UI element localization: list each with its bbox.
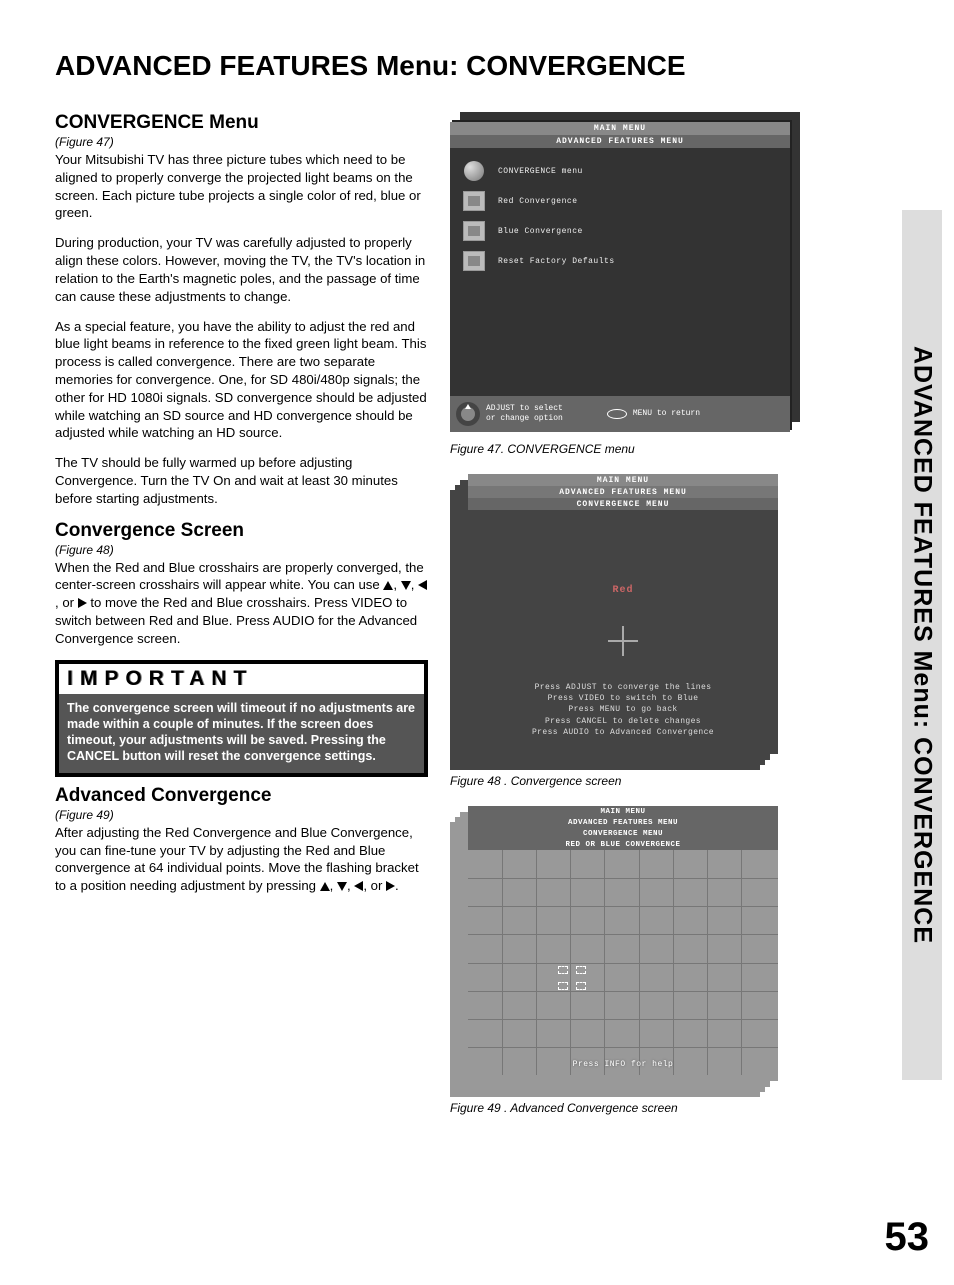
important-header: IMPORTANT (59, 664, 424, 694)
arrow-up-icon (320, 882, 330, 891)
fig49-hdr3: CONVERGENCE MENU (468, 828, 778, 839)
figure-47: MAIN MENU ADVANCED FEATURES MENU CONVERG… (450, 112, 800, 437)
para-ac-1b: . (395, 878, 399, 893)
fig47-hdr-sub: ADVANCED FEATURES MENU (450, 135, 790, 148)
fig47-hdr-main: MAIN MENU (450, 122, 790, 135)
arrow-left-icon (354, 881, 363, 891)
caption-48: Figure 48 . Convergence screen (450, 774, 820, 788)
figref-49: (Figure 49) (55, 808, 428, 822)
fig49-hdr1: MAIN MENU (468, 806, 778, 817)
fig47-footer-left: ADJUST to select or change option (486, 404, 563, 423)
fig47-label-3: Reset Factory Defaults (498, 257, 615, 266)
figref-48: (Figure 48) (55, 543, 428, 557)
fig48-red-label: Red (468, 585, 778, 596)
arrow-down-icon (401, 581, 411, 590)
content: CONVERGENCE Menu (Figure 47) Your Mitsub… (0, 112, 954, 1133)
figure-48: MAIN MENU ADVANCED FEATURES MENU CONVERG… (450, 474, 780, 769)
fig49-help: Press INFO for help (468, 1060, 778, 1069)
arrow-right-icon (386, 881, 395, 891)
figref-47: (Figure 47) (55, 135, 428, 149)
para-cm-3: As a special feature, you have the abili… (55, 318, 428, 443)
para-cs-1a: When the Red and Blue crosshairs are pro… (55, 560, 424, 593)
heading-convergence-menu: CONVERGENCE Menu (55, 112, 428, 134)
page-number: 53 (885, 1215, 930, 1260)
important-body: The convergence screen will timeout if n… (59, 694, 424, 773)
menu-oval-icon (607, 409, 627, 419)
para-cm-4: The TV should be fully warmed up before … (55, 454, 428, 507)
fig47-footer: ADJUST to select or change option MENU t… (450, 396, 790, 432)
fig47-label-2: Blue Convergence (498, 227, 583, 236)
fig49-grid: Press INFO for help (468, 850, 778, 1075)
right-column: MAIN MENU ADVANCED FEATURES MENU CONVERG… (450, 112, 820, 1133)
side-tab: ADVANCED FEATURES Menu: CONVERGENCE (902, 210, 942, 1080)
fig48-hdr1: MAIN MENU (468, 474, 778, 486)
heading-convergence-screen: Convergence Screen (55, 520, 428, 542)
side-tab-text: ADVANCED FEATURES Menu: CONVERGENCE (908, 346, 937, 944)
square-icon (463, 191, 485, 211)
fig47-item-3: Reset Factory Defaults (462, 250, 790, 272)
page-title: ADVANCED FEATURES Menu: CONVERGENCE (55, 50, 954, 82)
fig47-label-0: CONVERGENCE menu (498, 167, 583, 176)
fig47-item-0: CONVERGENCE menu (462, 160, 790, 182)
arrow-left-icon (418, 580, 427, 590)
para-cm-1: Your Mitsubishi TV has three picture tub… (55, 151, 428, 222)
arrow-right-icon (78, 598, 87, 608)
square-icon (463, 221, 485, 241)
para-cs-1: When the Red and Blue crosshairs are pro… (55, 559, 428, 648)
para-ac-1a: After adjusting the Red Convergence and … (55, 825, 419, 893)
para-cm-2: During production, your TV was carefully… (55, 234, 428, 305)
heading-advanced-convergence: Advanced Convergence (55, 785, 428, 807)
fig47-item-2: Blue Convergence (462, 220, 790, 242)
figure-49: MAIN MENU ADVANCED FEATURES MENU CONVERG… (450, 806, 780, 1096)
arrow-up-icon (383, 581, 393, 590)
caption-49: Figure 49 . Advanced Convergence screen (450, 1101, 820, 1115)
fig48-instructions: Press ADJUST to converge the lines Press… (468, 682, 778, 738)
flashing-bracket-icon (558, 966, 586, 990)
caption-47: Figure 47. CONVERGENCE menu (450, 442, 820, 456)
para-cs-1b: to move the Red and Blue crosshairs. Pre… (55, 595, 417, 646)
adjust-icon (456, 402, 480, 426)
arrow-down-icon (337, 882, 347, 891)
left-column: CONVERGENCE Menu (Figure 47) Your Mitsub… (55, 112, 450, 1133)
fig49-hdr2: ADVANCED FEATURES MENU (468, 817, 778, 828)
square-icon (463, 251, 485, 271)
fig49-hdr4: RED OR BLUE CONVERGENCE (468, 839, 778, 850)
important-callout: IMPORTANT The convergence screen will ti… (55, 660, 428, 777)
fig47-item-1: Red Convergence (462, 190, 790, 212)
fig47-footer-right: MENU to return (633, 409, 700, 419)
fig48-hdr2: ADVANCED FEATURES MENU (468, 486, 778, 498)
crosshair-icon (608, 626, 638, 656)
para-ac-1: After adjusting the Red Convergence and … (55, 824, 428, 895)
ball-icon (464, 161, 484, 181)
fig47-label-1: Red Convergence (498, 197, 578, 206)
fig48-hdr3: CONVERGENCE MENU (468, 498, 778, 510)
